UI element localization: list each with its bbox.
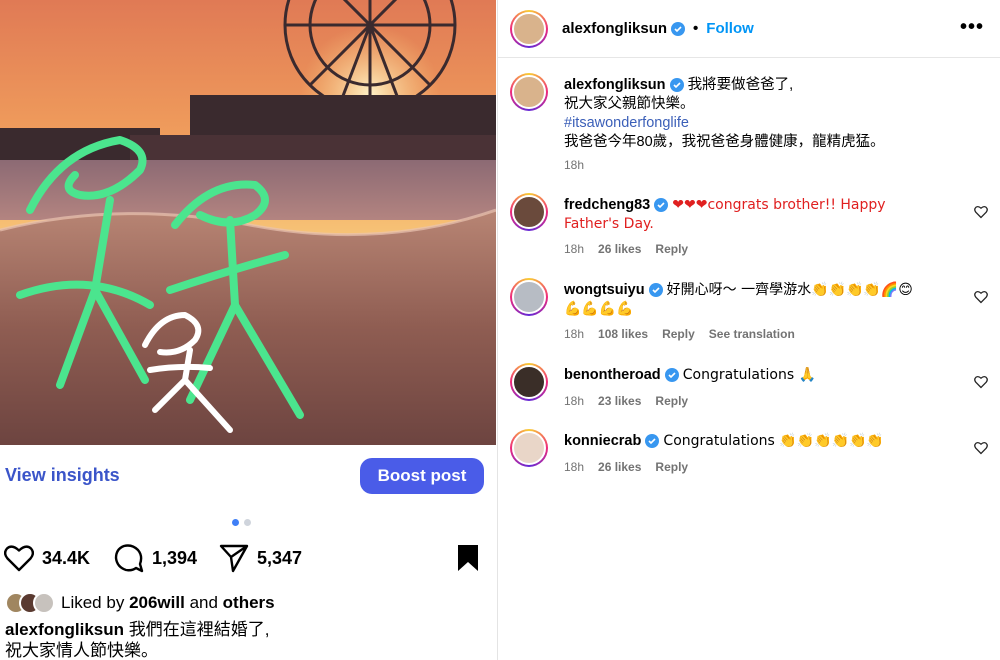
comment-count: 1,394 (152, 547, 198, 568)
commenter-avatar[interactable] (510, 429, 548, 467)
send-icon[interactable] (219, 543, 249, 573)
liker-avatar[interactable] (33, 592, 55, 614)
commenter-username[interactable]: konniecrab (564, 433, 641, 449)
commenter-avatar[interactable] (510, 193, 548, 231)
comment-body: konniecrab Congratulations 👏👏👏👏👏👏 (564, 432, 924, 451)
comment-action[interactable]: 1,394 (114, 540, 197, 576)
verified-badge-icon (648, 283, 663, 298)
comment-reply-button[interactable]: Reply (655, 394, 688, 408)
comment-body: fredcheng83 ❤❤❤congrats brother!! Happy … (564, 196, 924, 234)
liked-by-prefix: Liked by (61, 593, 125, 612)
view-insights-link[interactable]: View insights (5, 465, 120, 486)
author-username[interactable]: alexfongliksun (562, 20, 667, 37)
share-count: 5,347 (257, 547, 303, 568)
verified-badge-icon (654, 198, 669, 213)
verified-badge-icon (664, 368, 679, 383)
caption-hashtag[interactable]: #itsawonderfonglife (564, 115, 689, 131)
caption-line-1: 我們在這裡結婚了, (128, 620, 270, 639)
comment-item: benontheroad Congratulations 🙏 18h 23 li… (498, 363, 1000, 418)
instagram-post-view: View insights Boost post 34.4K 1,394 5,3… (0, 0, 1000, 660)
comment-body: wongtsuiyu 好開心呀～ 一齊學游水👏👏👏👏🌈😊💪💪💪💪 (564, 281, 924, 319)
comment-text: Congratulations 🙏 (682, 367, 816, 383)
post-header: alexfongliksun • Follow ••• (498, 0, 1000, 58)
comment-reply-button[interactable]: Reply (655, 242, 688, 256)
comment-time: 18h (564, 394, 585, 408)
caption-body: alexfongliksun 我將要做爸爸了, 祝大家父親節快樂。 #itsaw… (564, 76, 964, 152)
bookmark-icon[interactable] (456, 543, 480, 573)
comment-time: 18h (564, 242, 585, 256)
see-translation-button[interactable]: See translation (709, 327, 795, 341)
liked-by-user[interactable]: 206will (129, 593, 185, 613)
comment-reply-button[interactable]: Reply (662, 327, 695, 341)
like-action[interactable]: 34.4K (4, 540, 90, 576)
caption-text-line-1: 我將要做爸爸了, (687, 77, 794, 93)
comment-item: wongtsuiyu 好開心呀～ 一齊學游水👏👏👏👏🌈😊💪💪💪💪 18h 108… (498, 278, 1000, 348)
comment-likes[interactable]: 23 likes (598, 394, 641, 408)
like-count: 34.4K (42, 547, 91, 568)
commenter-avatar[interactable] (510, 363, 548, 401)
share-action[interactable]: 5,347 (219, 540, 302, 576)
verified-badge-icon (645, 434, 660, 449)
comment-item: konniecrab Congratulations 👏👏👏👏👏👏 18h 26… (498, 429, 1000, 484)
caption-author-avatar[interactable] (510, 73, 548, 111)
comment-bubble-icon[interactable] (114, 543, 144, 573)
comment-reply-button[interactable]: Reply (655, 460, 688, 474)
post-photo[interactable] (0, 0, 496, 445)
carousel-dot-active[interactable] (232, 519, 239, 526)
comment-meta: 18h 108 likes Reply See translation (564, 327, 795, 341)
heart-icon[interactable] (4, 544, 34, 572)
comment-text: Congratulations 👏👏👏👏👏👏 (663, 433, 884, 449)
insights-bar: View insights Boost post (0, 445, 496, 505)
caption-username[interactable]: alexfongliksun (5, 620, 124, 639)
post-caption-preview: alexfongliksun 我們在這裡結婚了, 祝大家情人節快樂。 (5, 619, 485, 660)
post-media-panel: View insights Boost post 34.4K 1,394 5,3… (0, 0, 496, 660)
caption-text-line-2: 祝大家父親節快樂。 (564, 96, 695, 112)
post-caption: alexfongliksun 我將要做爸爸了, 祝大家父親節快樂。 #itsaw… (498, 73, 1000, 183)
comment-meta: 18h 26 likes Reply (564, 460, 688, 474)
commenter-avatar[interactable] (510, 278, 548, 316)
comment-likes[interactable]: 26 likes (598, 242, 641, 256)
follow-button[interactable]: Follow (706, 20, 754, 37)
carousel-indicator (232, 519, 251, 526)
header-separator: • (693, 20, 699, 37)
carousel-dot[interactable] (244, 519, 251, 526)
commenter-username[interactable]: benontheroad (564, 367, 661, 383)
comment-likes[interactable]: 108 likes (598, 327, 648, 341)
liked-by-line: Liked by 206will and others (5, 592, 275, 614)
beach-sunset-image (0, 0, 496, 445)
comment-meta: 18h 26 likes Reply (564, 242, 688, 256)
heart-icon[interactable] (974, 205, 988, 219)
heart-icon[interactable] (974, 375, 988, 389)
comment-meta: 18h 23 likes Reply (564, 394, 688, 408)
verified-badge-icon (671, 21, 686, 36)
caption-author-username[interactable]: alexfongliksun (564, 77, 666, 93)
comment-likes[interactable]: 26 likes (598, 460, 641, 474)
liked-by-and: and (189, 593, 218, 612)
liked-by-others[interactable]: others (223, 593, 275, 613)
heart-icon[interactable] (974, 290, 988, 304)
comment-time: 18h (564, 460, 585, 474)
more-options-icon[interactable]: ••• (960, 16, 984, 39)
author-name-row: alexfongliksun • Follow (562, 20, 754, 37)
verified-badge-icon (669, 78, 684, 93)
post-actions-bar: 34.4K 1,394 5,347 (4, 540, 494, 576)
liker-avatars (5, 592, 55, 614)
caption-meta: 18h (564, 158, 584, 172)
heart-icon[interactable] (974, 441, 988, 455)
caption-time: 18h (564, 158, 585, 172)
comments-panel: alexfongliksun • Follow ••• alexfongliks… (498, 0, 1000, 660)
save-action[interactable] (456, 540, 480, 576)
caption-line-2: 祝大家情人節快樂。 (5, 641, 158, 660)
caption-text-line-3: 我爸爸今年80歲，我祝爸爸身體健康，龍精虎猛。 (564, 134, 885, 150)
comment-time: 18h (564, 327, 585, 341)
boost-post-button[interactable]: Boost post (360, 458, 484, 494)
commenter-username[interactable]: wongtsuiyu (564, 282, 645, 298)
commenter-username[interactable]: fredcheng83 (564, 197, 650, 213)
comment-item: fredcheng83 ❤❤❤congrats brother!! Happy … (498, 193, 1000, 263)
comment-body: benontheroad Congratulations 🙏 (564, 366, 924, 385)
author-avatar[interactable] (510, 10, 548, 48)
